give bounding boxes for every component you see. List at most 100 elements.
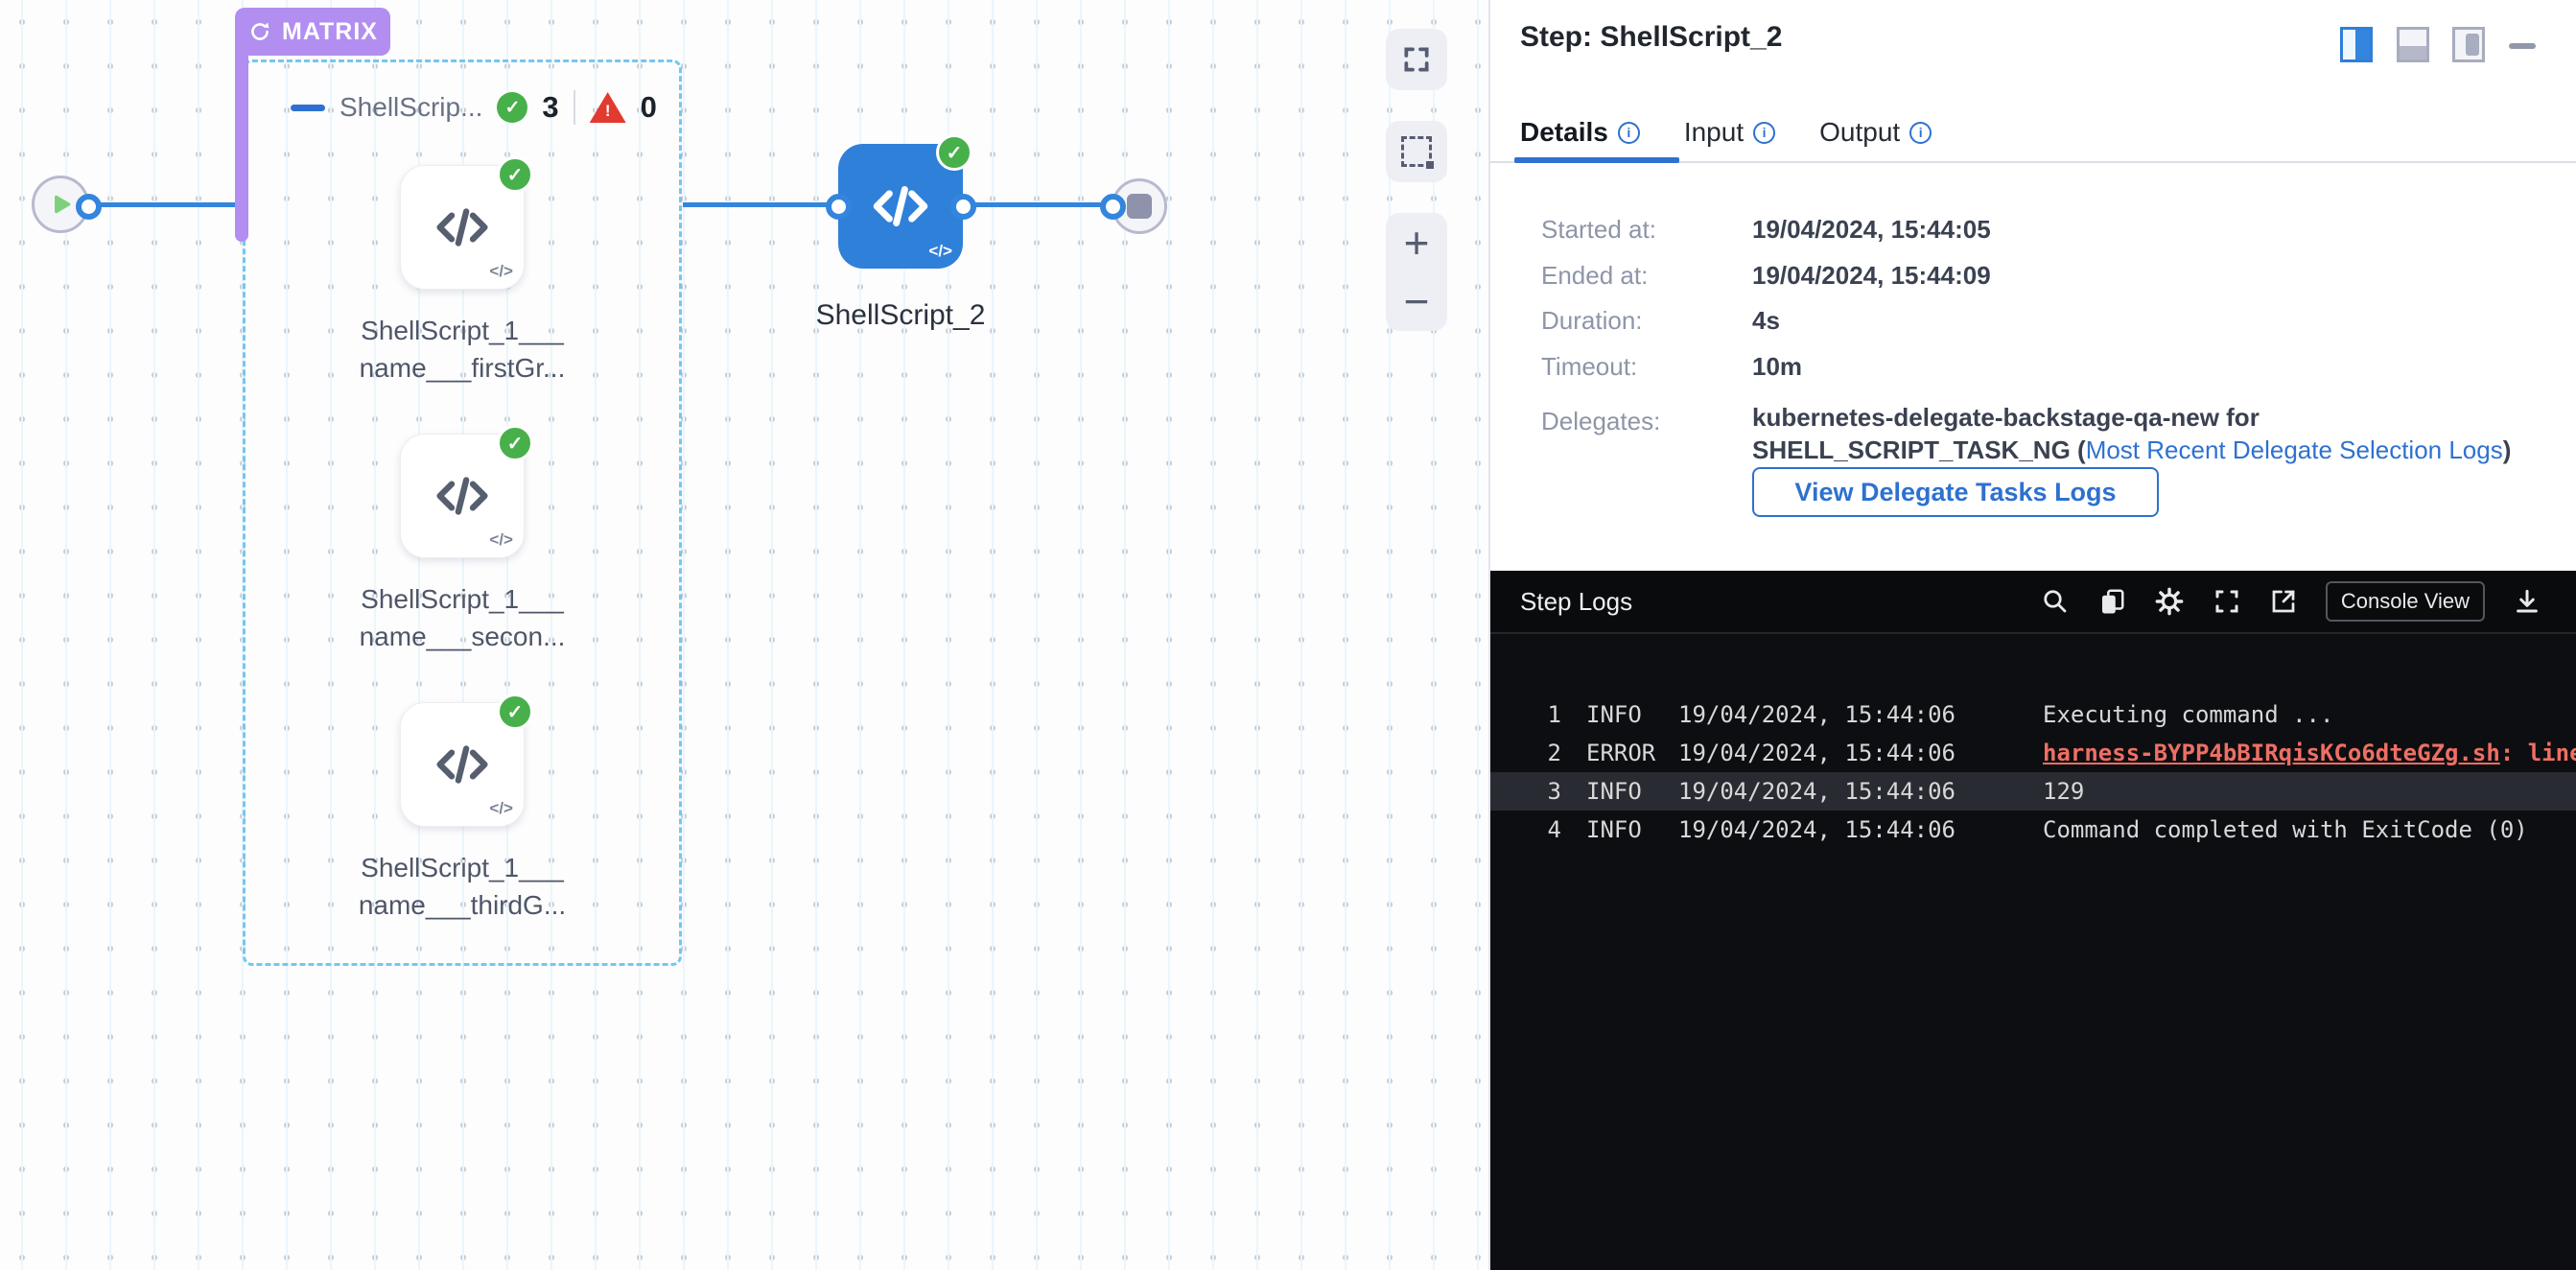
log-timestamp: 19/04/2024, 15:44:06 xyxy=(1678,701,2043,728)
success-count-icon: ✓ xyxy=(497,92,527,123)
minimize-panel-button[interactable] xyxy=(2509,43,2536,49)
tab-output[interactable]: Output i xyxy=(1819,117,1932,148)
log-line-number: 3 xyxy=(1490,778,1561,805)
code-glyph: </> xyxy=(489,262,513,281)
open-in-new-icon[interactable] xyxy=(2269,587,2298,616)
matrix-node-3[interactable]: </> ✓ xyxy=(400,702,525,827)
pipeline-canvas[interactable]: MATRIX ShellScrip... ✓ 3 ! 0 </> xyxy=(0,0,1488,1270)
download-icon[interactable] xyxy=(2513,587,2541,616)
duration-value: 4s xyxy=(1752,306,1780,336)
log-error-text: : line xyxy=(2500,740,2576,766)
delegate-name: kubernetes-delegate-backstage-qa-new for xyxy=(1752,401,2567,434)
delegates-value: kubernetes-delegate-backstage-qa-new for… xyxy=(1752,401,2567,466)
matrix-node-2[interactable]: </> ✓ xyxy=(400,434,525,558)
check-glyph: ✓ xyxy=(504,97,520,119)
shell-script-icon xyxy=(431,196,494,259)
success-badge: ✓ xyxy=(936,134,972,171)
details-tabs: Details i Input i Output i xyxy=(1520,104,1932,161)
log-row-1: 1 INFO 19/04/2024, 15:44:06 Executing co… xyxy=(1490,695,2576,734)
tab-details[interactable]: Details i xyxy=(1520,117,1640,148)
edge-start-to-matrix xyxy=(91,202,240,207)
zoom-in-button[interactable]: + xyxy=(1404,221,1430,265)
tab-input[interactable]: Input i xyxy=(1684,117,1775,148)
matrix-node-2-label: ShellScript_1___ name___secon... xyxy=(318,580,606,655)
step-details-panel: Step: ShellScript_2 Details i Input i Ou… xyxy=(1488,0,2576,1270)
exclamation-glyph: ! xyxy=(605,102,611,121)
zoom-controls: + − xyxy=(1386,213,1447,331)
success-badge: ✓ xyxy=(497,425,533,461)
check-glyph: ✓ xyxy=(947,141,963,165)
log-timestamp: 19/04/2024, 15:44:06 xyxy=(1678,740,2043,766)
delegate-task-name: SHELL_SCRIPT_TASK_NG ( xyxy=(1752,435,2086,464)
log-row-3-highlighted: 3 INFO 19/04/2024, 15:44:06 129 xyxy=(1490,772,2576,811)
timeout-value: 10m xyxy=(1752,352,1802,382)
timeout-label: Timeout: xyxy=(1541,352,1637,382)
failure-count-icon: ! xyxy=(590,92,626,123)
log-message: Command completed with ExitCode (0) xyxy=(2043,816,2576,843)
selection-icon xyxy=(1401,136,1432,167)
step-logs-panel: Step Logs xyxy=(1490,571,2576,1270)
ended-at-label: Ended at: xyxy=(1541,261,1648,291)
step-node-shellscript-2[interactable]: </> ✓ xyxy=(838,144,963,269)
selection-mode-button[interactable] xyxy=(1386,121,1447,182)
tab-label: Output xyxy=(1819,117,1900,148)
shell-script-icon xyxy=(431,464,494,528)
log-level: INFO xyxy=(1586,816,1678,843)
info-icon[interactable]: i xyxy=(1618,122,1640,144)
shell-script-icon xyxy=(431,733,494,796)
pipeline-execution-view: MATRIX ShellScrip... ✓ 3 ! 0 </> xyxy=(0,0,2576,1270)
label-line: name___secon... xyxy=(318,618,606,655)
view-delegate-tasks-logs-button[interactable]: View Delegate Tasks Logs xyxy=(1752,467,2159,517)
matrix-node-3-label: ShellScript_1___ name___thirdG... xyxy=(318,849,606,924)
ended-at-value: 19/04/2024, 15:44:09 xyxy=(1752,261,1991,291)
label-line: name___thirdG... xyxy=(318,886,606,924)
step-logs-toolbar: Console View xyxy=(2041,581,2541,622)
active-tab-underline xyxy=(1514,157,1679,163)
matrix-node-1[interactable]: </> ✓ xyxy=(400,165,525,290)
matrix-badge-label: MATRIX xyxy=(282,18,378,46)
layout-split-bottom-button[interactable] xyxy=(2397,27,2429,62)
matrix-badge[interactable]: MATRIX xyxy=(235,8,390,56)
success-badge: ✓ xyxy=(497,694,533,730)
search-icon[interactable] xyxy=(2041,587,2070,616)
step-logs-header: Step Logs xyxy=(1490,571,2576,634)
fullscreen-icon[interactable] xyxy=(2213,587,2241,616)
code-glyph: </> xyxy=(489,530,513,550)
log-level: INFO xyxy=(1586,701,1678,728)
check-glyph: ✓ xyxy=(507,700,524,724)
divider xyxy=(574,90,575,125)
log-rows: 1 INFO 19/04/2024, 15:44:06 Executing co… xyxy=(1490,695,2576,849)
fit-to-screen-button[interactable] xyxy=(1386,29,1447,90)
log-line-number: 2 xyxy=(1490,740,1561,766)
info-icon[interactable]: i xyxy=(1753,122,1775,144)
code-glyph: </> xyxy=(928,242,952,261)
fullscreen-icon xyxy=(1401,44,1432,75)
started-at-value: 19/04/2024, 15:44:05 xyxy=(1752,215,1991,245)
panel-title: Step: ShellScript_2 xyxy=(1520,21,1782,54)
tab-label: Input xyxy=(1684,117,1744,148)
step-node-label: ShellScript_2 xyxy=(757,299,1044,332)
log-message: 129 xyxy=(2043,778,2576,805)
script-file-link[interactable]: harness-BYPP4bBIRqisKCo6dteGZg.sh xyxy=(2043,740,2500,766)
log-row-2: 2 ERROR 19/04/2024, 15:44:06 harness-BYP… xyxy=(1490,734,2576,772)
layout-split-right-button[interactable] xyxy=(2340,27,2373,62)
matrix-node-1-label: ShellScript_1___ name___firstGr... xyxy=(318,312,606,387)
settings-gear-icon[interactable] xyxy=(2154,586,2185,617)
layout-floating-panel-button[interactable] xyxy=(2452,27,2485,62)
shell-script-icon xyxy=(867,173,934,240)
zoom-out-button[interactable]: − xyxy=(1404,279,1430,323)
log-message: harness-BYPP4bBIRqisKCo6dteGZg.sh: line xyxy=(2043,740,2576,766)
delegate-selection-logs-link[interactable]: Most Recent Delegate Selection Logs xyxy=(2086,435,2503,464)
split-right-icon xyxy=(2355,30,2370,59)
connection-dot xyxy=(76,194,102,220)
log-timestamp: 19/04/2024, 15:44:06 xyxy=(1678,778,2043,805)
matrix-group-title: ShellScrip... xyxy=(340,92,482,123)
info-icon[interactable]: i xyxy=(1909,122,1932,144)
collapse-matrix-button[interactable] xyxy=(291,105,325,111)
label-line: ShellScript_1___ xyxy=(318,312,606,349)
check-glyph: ✓ xyxy=(507,163,524,187)
duration-label: Duration: xyxy=(1541,306,1643,336)
console-view-button[interactable]: Console View xyxy=(2326,581,2485,622)
copy-icon[interactable] xyxy=(2097,587,2126,616)
success-badge: ✓ xyxy=(497,156,533,193)
